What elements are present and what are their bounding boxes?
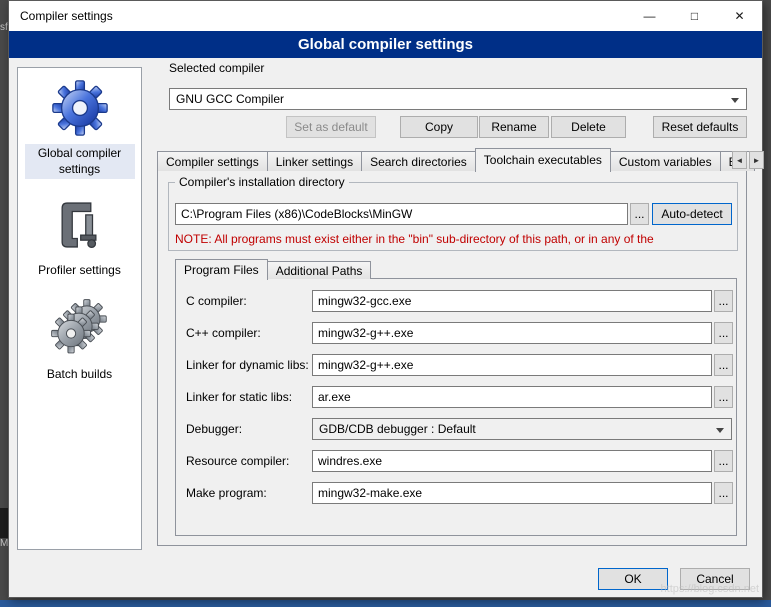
set-as-default-button: Set as default xyxy=(286,116,376,138)
program-files-panel: C compiler: ... C++ compiler: ... Linker… xyxy=(175,278,737,536)
sidebar-item-label: Batch builds xyxy=(42,365,117,385)
cancel-button[interactable]: Cancel xyxy=(680,568,750,590)
cpp-compiler-browse-button[interactable]: ... xyxy=(714,322,733,344)
selected-compiler-label: Selected compiler xyxy=(169,61,264,75)
field-row-debugger: Debugger: GDB/CDB debugger : Default xyxy=(176,418,736,440)
minimize-button[interactable]: — xyxy=(627,2,672,31)
static-linker-label: Linker for static libs: xyxy=(186,390,292,404)
settings-tabstrip: Compiler settings Linker settings Search… xyxy=(157,147,754,171)
tab-linker-settings[interactable]: Linker settings xyxy=(267,151,362,171)
rename-button[interactable]: Rename xyxy=(479,116,549,138)
toolchain-executables-panel: Compiler's installation directory ... Au… xyxy=(157,170,747,546)
install-dir-browse-button[interactable]: ... xyxy=(630,203,649,225)
dynamic-linker-label: Linker for dynamic libs: xyxy=(186,358,309,372)
dynamic-linker-input[interactable] xyxy=(312,354,712,376)
debugger-label: Debugger: xyxy=(186,422,242,436)
compiler-select[interactable]: GNU GCC Compiler xyxy=(169,88,747,110)
compiler-settings-dialog: Compiler settings — □ ✕ Global compiler … xyxy=(8,0,763,598)
c-compiler-label: C compiler: xyxy=(186,294,247,308)
maximize-button[interactable]: □ xyxy=(672,2,717,31)
tab-search-directories[interactable]: Search directories xyxy=(361,151,476,171)
gear-icon xyxy=(52,80,108,136)
cpp-compiler-input[interactable] xyxy=(312,322,712,344)
sidebar-item-batch-builds[interactable]: Batch builds xyxy=(42,299,117,385)
install-dir-group-title: Compiler's installation directory xyxy=(175,175,349,189)
field-row-cpp-compiler: C++ compiler: ... xyxy=(176,322,736,344)
field-row-resource-compiler: Resource compiler: ... xyxy=(176,450,736,472)
dynamic-linker-browse-button[interactable]: ... xyxy=(714,354,733,376)
background-status-bar xyxy=(0,600,771,607)
install-dir-input[interactable] xyxy=(175,203,628,225)
sidebar-item-profiler-settings[interactable]: Profiler settings xyxy=(33,197,126,281)
tab-scroll-arrows: ◄ ► xyxy=(732,151,764,169)
resource-compiler-browse-button[interactable]: ... xyxy=(714,450,733,472)
install-dir-group: Compiler's installation directory ... Au… xyxy=(168,175,738,251)
field-row-static-linker: Linker for static libs: ... xyxy=(176,386,736,408)
make-program-browse-button[interactable]: ... xyxy=(714,482,733,504)
reset-defaults-button[interactable]: Reset defaults xyxy=(653,116,747,138)
subtab-program-files[interactable]: Program Files xyxy=(175,259,268,280)
background-text-fragment: sf xyxy=(0,22,8,33)
ide-background: sf M Compiler settings — □ ✕ Global comp… xyxy=(0,0,771,607)
sidebar-item-label: Global compiler settings xyxy=(25,144,135,179)
profiler-icon xyxy=(52,197,106,253)
copy-button[interactable]: Copy xyxy=(400,116,478,138)
resource-compiler-input[interactable] xyxy=(312,450,712,472)
debugger-select[interactable]: GDB/CDB debugger : Default xyxy=(312,418,732,440)
titlebar: Compiler settings — □ ✕ xyxy=(9,1,762,31)
field-row-dynamic-linker: Linker for dynamic libs: ... xyxy=(176,354,736,376)
static-linker-input[interactable] xyxy=(312,386,712,408)
ok-button[interactable]: OK xyxy=(598,568,668,590)
install-dir-note: NOTE: All programs must exist either in … xyxy=(175,232,733,246)
tab-toolchain-executables[interactable]: Toolchain executables xyxy=(475,148,611,172)
chevron-down-icon xyxy=(716,428,724,433)
subtab-additional-paths[interactable]: Additional Paths xyxy=(267,261,372,279)
tab-custom-variables[interactable]: Custom variables xyxy=(610,151,721,171)
field-row-c-compiler: C compiler: ... xyxy=(176,290,736,312)
chevron-down-icon xyxy=(731,98,739,103)
auto-detect-button[interactable]: Auto-detect xyxy=(652,203,732,225)
settings-category-list: Global compiler settings Profiler settin… xyxy=(17,67,142,550)
batch-builds-icon xyxy=(51,299,109,357)
c-compiler-input[interactable] xyxy=(312,290,712,312)
sidebar-item-label: Profiler settings xyxy=(33,261,126,281)
cpp-compiler-label: C++ compiler: xyxy=(186,326,261,340)
debugger-select-value: GDB/CDB debugger : Default xyxy=(319,422,476,436)
compiler-select-value: GNU GCC Compiler xyxy=(176,92,284,106)
close-button[interactable]: ✕ xyxy=(717,2,762,31)
toolchain-subtabs: Program Files Additional Paths xyxy=(175,258,370,279)
static-linker-browse-button[interactable]: ... xyxy=(714,386,733,408)
c-compiler-browse-button[interactable]: ... xyxy=(714,290,733,312)
tab-compiler-settings[interactable]: Compiler settings xyxy=(157,151,268,171)
tab-scroll-left-icon[interactable]: ◄ xyxy=(732,151,747,169)
window-title: Compiler settings xyxy=(9,9,627,23)
resource-compiler-label: Resource compiler: xyxy=(186,454,289,468)
sidebar-item-global-compiler-settings[interactable]: Global compiler settings xyxy=(25,80,135,179)
tab-scroll-right-icon[interactable]: ► xyxy=(749,151,764,169)
make-program-input[interactable] xyxy=(312,482,712,504)
delete-button[interactable]: Delete xyxy=(551,116,626,138)
make-program-label: Make program: xyxy=(186,486,267,500)
dialog-banner: Global compiler settings xyxy=(9,31,762,58)
field-row-make-program: Make program: ... xyxy=(176,482,736,504)
background-block xyxy=(0,508,8,538)
